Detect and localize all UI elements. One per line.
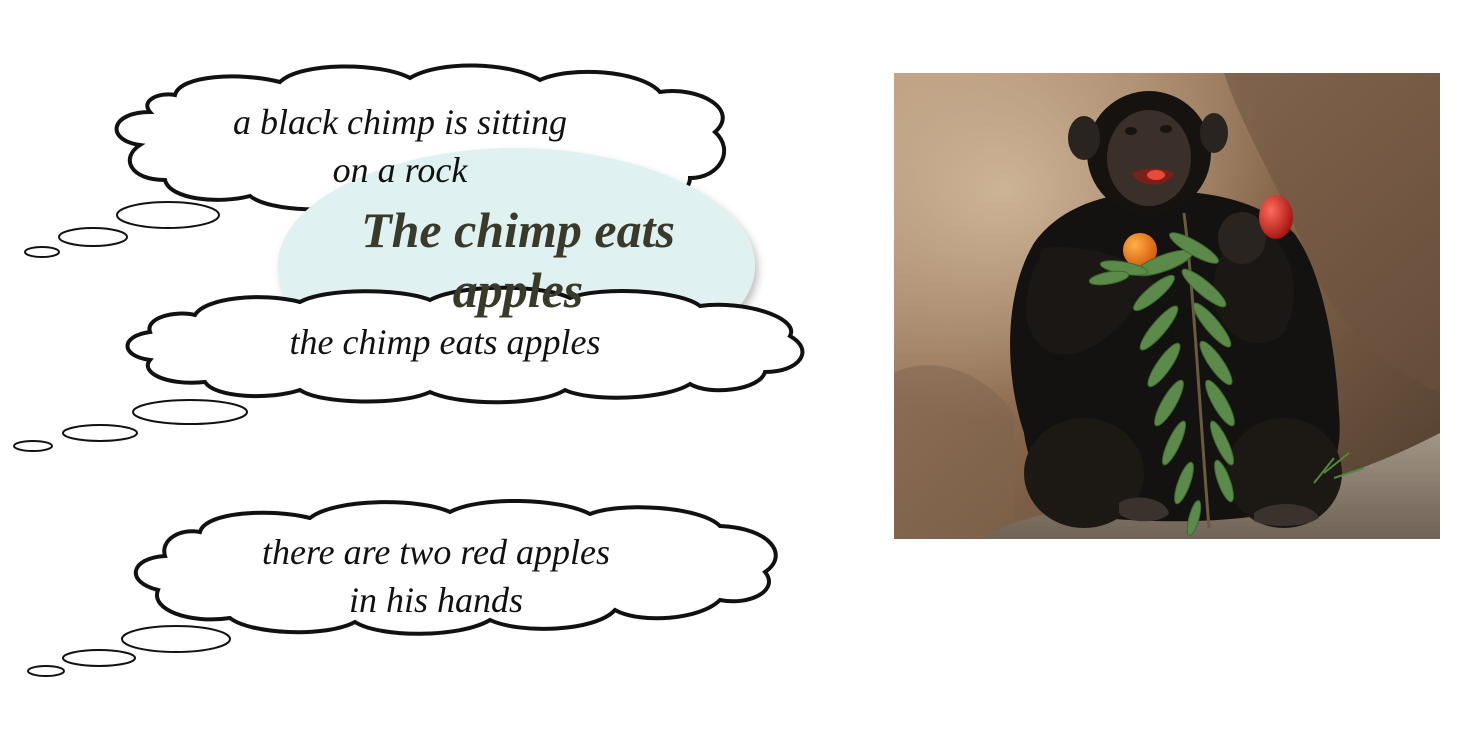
thought-dot-medium [58,227,128,247]
thought-text-3: there are two red apples in his hands [236,528,636,624]
thought-dot-small [27,665,65,677]
thought-text-3-line-1: there are two red apples [262,532,610,572]
thought-dot-medium [62,649,136,667]
thought-dot-small [13,440,53,452]
diagram-canvas: a black chimp is sitting on a rock The c… [0,0,1460,744]
speech-text: The chimp eats apples [318,200,718,320]
thought-dot-large [132,399,248,425]
thought-text-1: a black chimp is sitting on a rock [200,98,600,194]
thought-dot-medium [62,424,138,442]
thought-dot-small [24,246,60,258]
thought-text-2-line-1: the chimp eats apples [289,322,601,362]
thought-text-1-line-1: a black chimp is sitting [233,102,567,142]
thought-text-1-line-2: on a rock [332,150,468,190]
thought-dot-large [116,201,220,229]
speech-text-line-1: The chimp eats [361,202,675,258]
chimpanzee-photo-icon [894,73,1440,539]
thought-text-3-line-2: in his hands [348,580,524,620]
thought-text-2: the chimp eats apples [245,318,645,366]
chimpanzee-photo [894,73,1440,539]
thought-dot-large [121,625,231,653]
speech-text-line-2: apples [452,262,584,318]
